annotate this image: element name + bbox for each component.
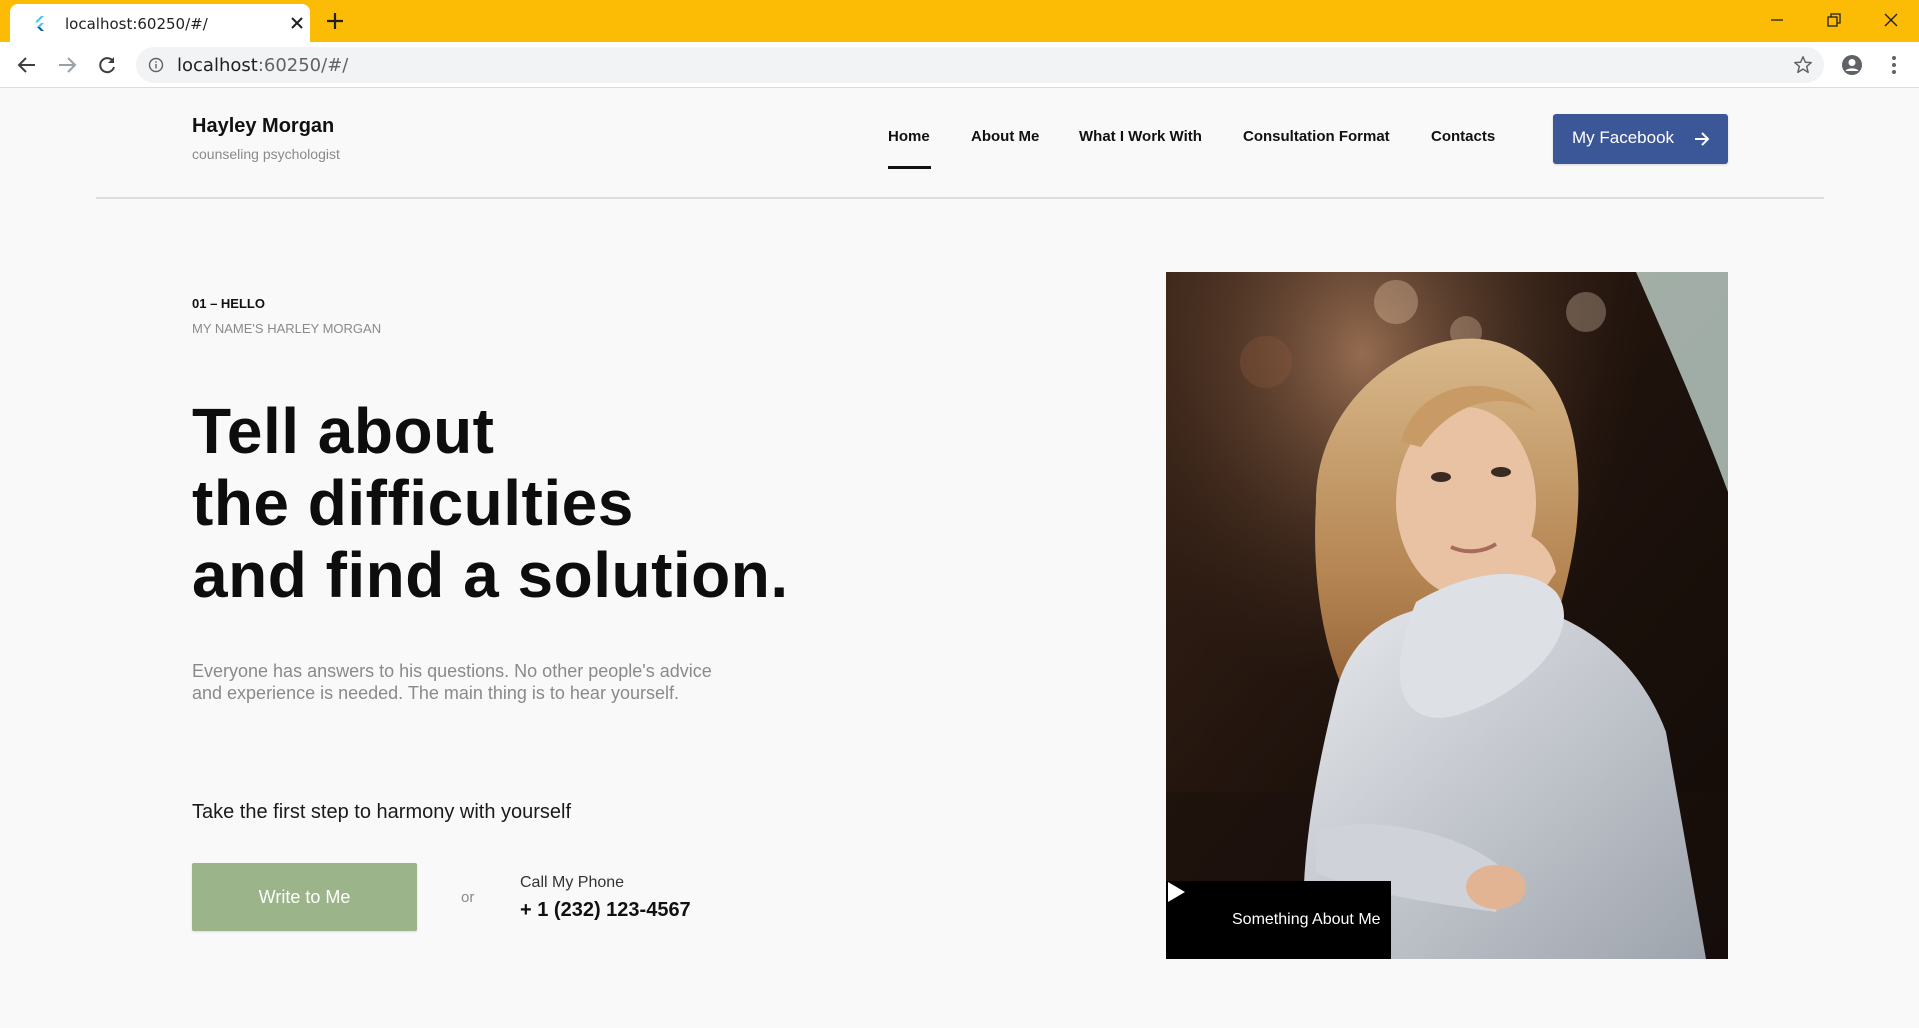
- write-to-me-button[interactable]: Write to Me: [192, 863, 417, 931]
- nav-contacts[interactable]: Contacts: [1431, 128, 1495, 145]
- section-eyebrow: 01 – HELLO: [192, 296, 265, 311]
- brand-name[interactable]: Hayley Morgan: [192, 115, 334, 138]
- arrow-right-icon: [1695, 132, 1710, 146]
- brand-subtitle: counseling psychologist: [192, 146, 340, 162]
- url-host: localhost: [177, 55, 258, 76]
- headline-line: and find a solution.: [192, 539, 789, 611]
- restore-icon[interactable]: [1822, 8, 1846, 32]
- page: Hayley Morgan counseling psychologist Ho…: [0, 89, 1919, 1028]
- or-separator: or: [461, 889, 475, 906]
- hero-headline: Tell about the difficulties and find a s…: [192, 395, 789, 611]
- back-icon[interactable]: [15, 53, 39, 77]
- headline-line: the difficulties: [192, 467, 634, 539]
- video-play-button[interactable]: Something About Me: [1166, 881, 1391, 959]
- tab-title: localhost:60250/#/: [65, 15, 208, 33]
- address-bar[interactable]: localhost:60250/#/: [136, 47, 1824, 83]
- nav-home[interactable]: Home: [888, 128, 930, 145]
- nav-consultation-format[interactable]: Consultation Format: [1243, 128, 1390, 145]
- forward-icon[interactable]: [55, 53, 79, 77]
- hero-photo: Something About Me: [1166, 272, 1728, 959]
- profile-icon[interactable]: [1840, 53, 1864, 77]
- phone-number[interactable]: + 1 (232) 123-4567: [520, 899, 691, 922]
- browser-tab[interactable]: localhost:60250/#/: [10, 4, 310, 42]
- hero-lead-text: Everyone has answers to his questions. N…: [192, 661, 712, 703]
- browser-toolbar: localhost:60250/#/: [0, 42, 1919, 88]
- portrait-image: [1166, 272, 1728, 959]
- intro-line: MY NAME'S HARLEY MORGAN: [192, 321, 382, 336]
- nav-about-me[interactable]: About Me: [971, 128, 1039, 145]
- close-window-icon[interactable]: [1879, 8, 1903, 32]
- header-divider: [96, 197, 1824, 199]
- new-tab-icon[interactable]: [324, 10, 346, 32]
- url-path: :60250/#/: [257, 55, 349, 76]
- nav-active-indicator: [888, 166, 931, 169]
- url-text: localhost:60250/#/: [177, 55, 348, 76]
- nav-what-i-work-with[interactable]: What I Work With: [1079, 128, 1202, 145]
- call-label: Call My Phone: [520, 874, 625, 891]
- bookmark-star-icon[interactable]: [1792, 54, 1814, 76]
- facebook-button[interactable]: My Facebook: [1553, 114, 1728, 164]
- browser-tab-strip: localhost:60250/#/: [0, 0, 1919, 42]
- headline-line: Tell about: [192, 395, 495, 467]
- facebook-button-label: My Facebook: [1572, 128, 1675, 147]
- close-tab-icon[interactable]: [288, 14, 306, 32]
- flutter-icon: [35, 16, 44, 31]
- menu-dots-icon[interactable]: [1882, 53, 1906, 77]
- cta-heading: Take the first step to harmony with your…: [192, 801, 572, 823]
- info-icon[interactable]: [148, 57, 164, 73]
- play-icon: [1168, 882, 1185, 902]
- minimize-icon[interactable]: [1765, 8, 1789, 32]
- video-label: Something About Me: [1232, 911, 1381, 928]
- reload-icon[interactable]: [95, 53, 119, 77]
